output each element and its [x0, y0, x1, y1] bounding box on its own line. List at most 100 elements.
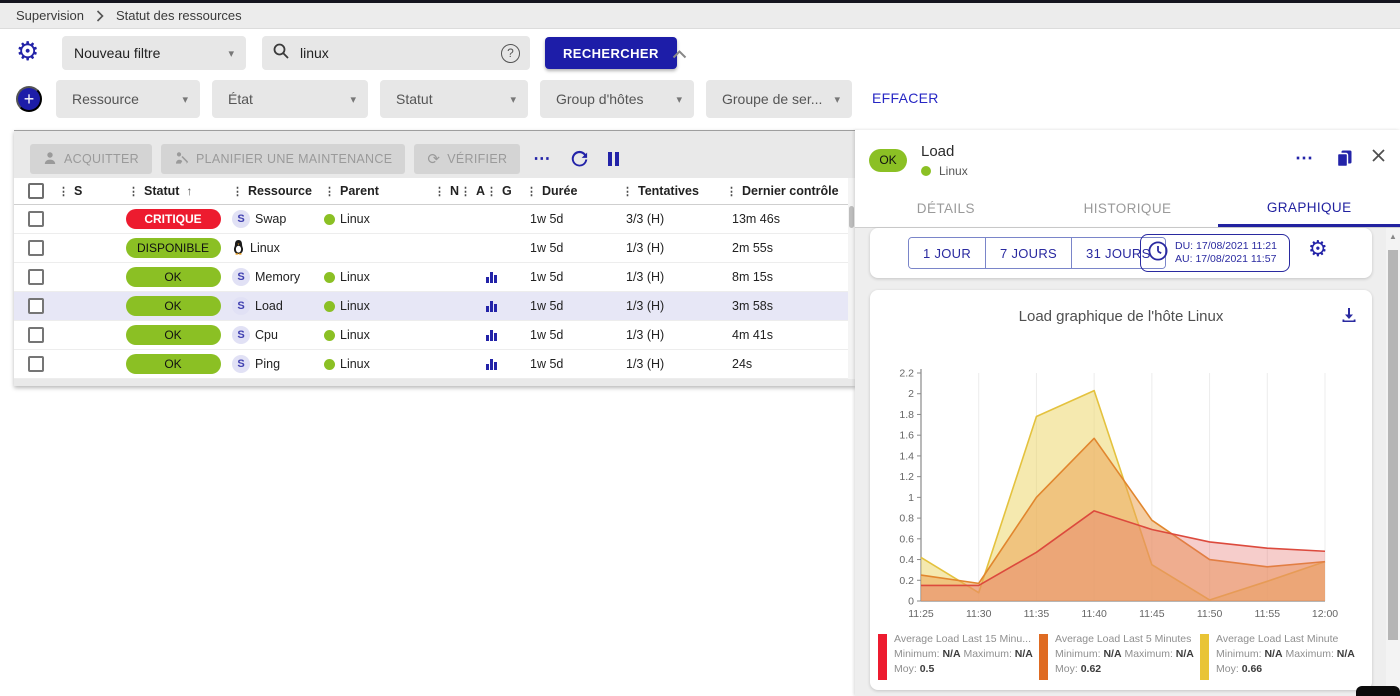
- drag-handle-icon: ⋮: [232, 185, 243, 198]
- row-checkbox[interactable]: [28, 298, 44, 314]
- drag-handle-icon: ⋮: [726, 185, 737, 198]
- tab-history[interactable]: HISTORIQUE: [1037, 190, 1219, 227]
- load-area-chart[interactable]: 11:2511:3011:3511:4011:4511:5011:5512:00…: [885, 363, 1345, 625]
- criteria-label: Ressource: [72, 91, 139, 107]
- time-range-group: 1 JOUR 7 JOURS 31 JOURS: [908, 237, 1166, 269]
- svg-text:12:00: 12:00: [1312, 608, 1338, 620]
- table-scrollbar[interactable]: [848, 178, 855, 379]
- collapse-chevron-up-icon[interactable]: [672, 46, 687, 64]
- column-header-severity[interactable]: ⋮S: [58, 184, 114, 198]
- table-row[interactable]: OK SCpu Linux 1w 5d 1/3 (H) 4m 41s: [14, 321, 848, 350]
- column-header-tries[interactable]: ⋮Tentatives: [612, 184, 716, 198]
- column-header-duration[interactable]: ⋮Durée: [516, 184, 612, 198]
- detail-tabs: DÉTAILS HISTORIQUE GRAPHIQUE: [855, 190, 1400, 228]
- breadcrumb-statut-des-ressources[interactable]: Statut des ressources: [116, 8, 242, 23]
- refresh-icon[interactable]: [570, 150, 589, 169]
- filter-settings-gear-icon[interactable]: ⚙: [16, 38, 39, 64]
- custom-period-box[interactable]: DU: 17/08/2021 11:21 AU: 17/08/2021 11:5…: [1140, 234, 1290, 272]
- row-checkbox[interactable]: [28, 356, 44, 372]
- download-icon[interactable]: [1340, 306, 1358, 327]
- criteria-resource-select[interactable]: Ressource ▾: [56, 80, 200, 118]
- parent-status-dot-icon: [921, 166, 931, 176]
- legend-item[interactable]: Average Load Last 5 Minutes Minimum: N/A…: [1039, 632, 1200, 680]
- status-badge: OK: [126, 267, 221, 287]
- criteria-status-select[interactable]: Statut ▾: [380, 80, 528, 118]
- legend-item[interactable]: Average Load Last 15 Minu... Minimum: N/…: [878, 632, 1039, 680]
- status-badge: OK: [126, 354, 221, 374]
- search-button[interactable]: RECHERCHER: [545, 37, 677, 69]
- tab-details[interactable]: DÉTAILS: [855, 190, 1037, 227]
- legend-name: Average Load Last 15 Minu...: [894, 632, 1033, 647]
- table-row[interactable]: OK SMemory Linux 1w 5d 1/3 (H) 8m 15s: [14, 263, 848, 292]
- table-row[interactable]: DISPONIBLE Linux 1w 5d 1/3 (H) 2m 55s: [14, 234, 848, 263]
- row-checkbox[interactable]: [28, 327, 44, 343]
- acknowledge-label: ACQUITTER: [64, 152, 139, 166]
- period-from-value: 17/08/2021 11:21: [1196, 240, 1277, 252]
- range-7-days-button[interactable]: 7 JOURS: [985, 238, 1071, 268]
- graph-title: Load graphique de l'hôte Linux: [870, 308, 1372, 325]
- criteria-servicegroup-select[interactable]: Groupe de ser... ▾: [706, 80, 852, 118]
- close-icon[interactable]: [1371, 148, 1386, 166]
- parent-name: Linux: [340, 212, 370, 226]
- duration-value: 1w 5d: [516, 212, 612, 226]
- table-toolbar: ACQUITTER PLANIFIER UNE MAINTENANCE ⟳ VÉ…: [14, 131, 856, 178]
- legend-item[interactable]: Average Load Last Minute Minimum: N/A Ma…: [1200, 632, 1361, 680]
- pause-icon[interactable]: [608, 152, 619, 166]
- svg-text:1.6: 1.6: [899, 430, 914, 442]
- criteria-state-select[interactable]: État ▾: [212, 80, 368, 118]
- check-button[interactable]: ⟳ VÉRIFIER: [414, 144, 520, 174]
- column-header-parent[interactable]: ⋮Parent: [324, 184, 434, 198]
- search-input[interactable]: [300, 45, 491, 61]
- clear-filters-button[interactable]: EFFACER: [872, 90, 939, 106]
- column-header-a[interactable]: ⋮A: [460, 184, 486, 198]
- column-header-last-check[interactable]: ⋮Dernier contrôle: [716, 184, 848, 198]
- detail-more-icon[interactable]: ⋯: [1295, 148, 1313, 169]
- scroll-up-icon[interactable]: ▲: [1389, 232, 1397, 241]
- search-box: ?: [262, 36, 530, 70]
- table-row[interactable]: OK SPing Linux 1w 5d 1/3 (H) 24s: [14, 350, 848, 379]
- parent-status-dot-icon: [324, 272, 335, 283]
- table-row[interactable]: CRITIQUE SSwap Linux 1w 5d 3/3 (H) 13m 4…: [14, 205, 848, 234]
- saved-filter-select[interactable]: Nouveau filtre ▾: [62, 36, 246, 70]
- scrollbar-thumb[interactable]: [1388, 250, 1398, 640]
- downtime-button[interactable]: PLANIFIER UNE MAINTENANCE: [161, 144, 405, 174]
- parent-name: Linux: [340, 328, 370, 342]
- detail-status-badge: OK: [869, 149, 907, 172]
- resource-table-container: ACQUITTER PLANIFIER UNE MAINTENANCE ⟳ VÉ…: [14, 130, 856, 386]
- chevron-down-icon: ▾: [510, 93, 516, 106]
- row-checkbox[interactable]: [28, 240, 44, 256]
- acknowledge-button[interactable]: ACQUITTER: [30, 144, 152, 174]
- column-header-resource[interactable]: ⋮Ressource: [232, 184, 324, 198]
- resource-name: Swap: [255, 212, 286, 226]
- column-header-status[interactable]: ⋮Statut↑: [114, 184, 232, 198]
- more-actions-icon[interactable]: ⋯: [533, 149, 551, 169]
- breadcrumb-supervision[interactable]: Supervision: [16, 8, 84, 23]
- search-icon: [272, 42, 290, 65]
- panel-scrollbar[interactable]: ▲: [1386, 228, 1400, 696]
- graph-settings-gear-icon[interactable]: ⚙: [1308, 238, 1328, 260]
- downtime-label: PLANIFIER UNE MAINTENANCE: [196, 152, 392, 166]
- criteria-hostgroup-select[interactable]: Group d'hôtes ▾: [540, 80, 694, 118]
- status-badge: DISPONIBLE: [126, 238, 221, 258]
- range-1-day-button[interactable]: 1 JOUR: [909, 238, 985, 268]
- column-header-n[interactable]: ⋮N: [434, 184, 460, 198]
- status-badge: OK: [126, 296, 221, 316]
- detail-parent: Linux: [939, 164, 968, 178]
- select-all-checkbox[interactable]: [28, 183, 44, 199]
- row-checkbox[interactable]: [28, 269, 44, 285]
- table-row-selected[interactable]: OK SLoad Linux 1w 5d 1/3 (H) 3m 58s: [14, 292, 848, 321]
- help-icon[interactable]: ?: [501, 44, 520, 63]
- last-check-value: 2m 55s: [716, 241, 848, 255]
- svg-text:1.2: 1.2: [899, 471, 914, 483]
- chevron-down-icon: ▾: [350, 93, 356, 106]
- svg-text:11:30: 11:30: [966, 608, 992, 620]
- drag-handle-icon: ⋮: [526, 185, 537, 198]
- drag-handle-icon: ⋮: [434, 185, 445, 198]
- tab-graph[interactable]: GRAPHIQUE: [1218, 190, 1400, 227]
- duration-value: 1w 5d: [516, 270, 612, 284]
- copy-link-icon[interactable]: [1335, 148, 1354, 171]
- graph-available-icon: [486, 301, 497, 312]
- add-criteria-button[interactable]: +: [16, 86, 42, 112]
- column-header-g[interactable]: ⋮G: [486, 184, 516, 198]
- row-checkbox[interactable]: [28, 211, 44, 227]
